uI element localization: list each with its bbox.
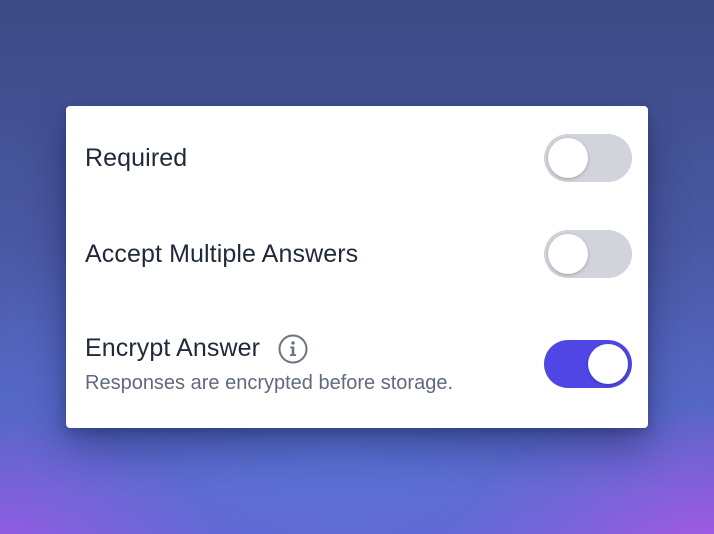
encrypt-answer-label: Encrypt Answer	[85, 334, 261, 362]
encrypt-answer-description: Responses are encrypted before storage.	[85, 372, 453, 394]
toggle-knob	[548, 138, 588, 178]
info-icon[interactable]	[278, 334, 308, 364]
toggle-knob	[548, 234, 588, 274]
required-label: Required	[85, 143, 188, 172]
required-toggle[interactable]	[544, 134, 632, 182]
setting-row-encrypt-answer: Encrypt Answer Responses are encrypted b…	[85, 330, 632, 398]
accept-multiple-answers-toggle[interactable]	[544, 230, 632, 278]
toggle-knob	[588, 344, 628, 384]
setting-row-required: Required	[85, 134, 632, 182]
encrypt-answer-toggle[interactable]	[544, 340, 632, 388]
accept-multiple-answers-label: Accept Multiple Answers	[85, 239, 359, 268]
settings-card: Required Accept Multiple Answers Encrypt…	[66, 106, 648, 428]
setting-row-accept-multiple-answers: Accept Multiple Answers	[85, 230, 632, 278]
